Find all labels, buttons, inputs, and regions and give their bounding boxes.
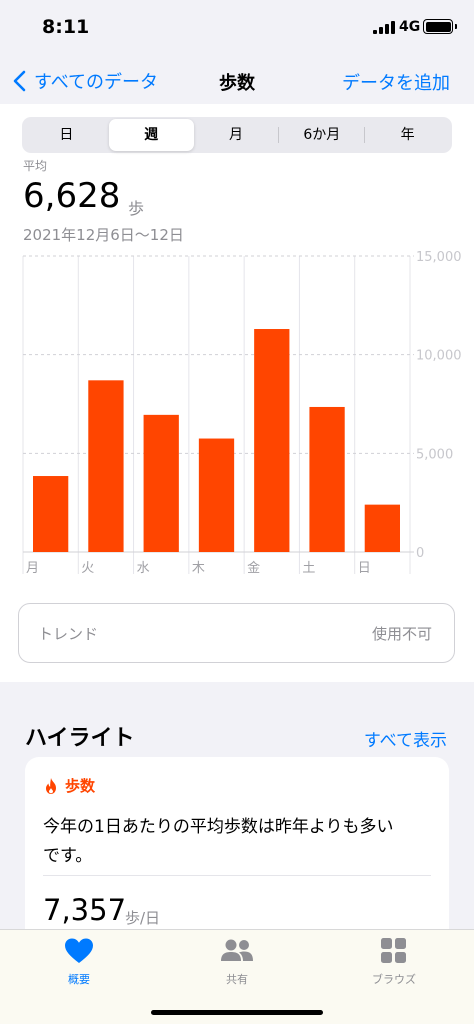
bar-6 xyxy=(364,504,400,552)
x-tick-label: 月 xyxy=(26,561,39,574)
segment-six-months[interactable]: 6か月 xyxy=(279,119,364,151)
network-type: 4G xyxy=(399,19,421,35)
y-tick-label: 10,000 xyxy=(416,349,462,364)
trend-label: トレンド xyxy=(38,625,99,643)
segment-year[interactable]: 年 xyxy=(365,119,450,151)
tab-browse[interactable]: ブラウズ xyxy=(344,937,444,987)
trend-value: 使用不可 xyxy=(371,625,432,643)
y-tick-label: 15,000 xyxy=(416,250,462,265)
bar-3 xyxy=(198,438,235,552)
status-time: 8:11 xyxy=(42,16,90,38)
signal-icon xyxy=(373,21,397,34)
chart-svg: 15,000 10,000 5,000 0 月 火 水 木 金 土 日 xyxy=(22,250,462,574)
status-bar: 8:11 4G xyxy=(0,0,474,56)
tab-browse-label: ブラウズ xyxy=(372,973,416,986)
heart-icon xyxy=(65,938,93,963)
x-tick-label: 火 xyxy=(81,561,94,574)
show-all-link[interactable]: すべて表示 xyxy=(364,726,447,751)
average-value: 6,628 xyxy=(23,176,121,216)
flame-icon xyxy=(46,777,56,794)
steps-summary-card: 日 週 月 6か月 年 平均 6,628 歩 2021年12月6日〜12日 15… xyxy=(0,104,474,682)
bar-2 xyxy=(143,414,179,552)
highlights-title: ハイライト xyxy=(25,726,135,751)
trend-row[interactable]: トレンド 使用不可 xyxy=(18,603,455,663)
divider xyxy=(43,875,431,876)
steps-bar-chart[interactable]: 15,000 10,000 5,000 0 月 火 水 木 金 土 日 xyxy=(0,244,474,574)
average-label: 平均 xyxy=(23,159,48,173)
tab-sharing[interactable]: 共有 xyxy=(187,937,287,987)
highlight-value: 7,357 xyxy=(43,893,127,927)
segment-week[interactable]: 週 xyxy=(108,119,194,151)
segment-month[interactable]: 月 xyxy=(194,119,279,151)
nav-bar: すべてのデータ 歩数 データを追加 xyxy=(0,56,474,104)
people-icon xyxy=(221,939,253,961)
highlight-text: 今年の1日あたりの平均歩数は昨年よりも多いです。 xyxy=(43,817,394,866)
highlight-header: 歩数 xyxy=(43,775,95,796)
home-indicator xyxy=(151,1010,323,1015)
x-tick-label: 土 xyxy=(302,561,315,574)
tab-sharing-label: 共有 xyxy=(226,973,248,986)
grid-icon xyxy=(381,938,406,963)
add-data-button[interactable]: データを追加 xyxy=(342,69,450,95)
segment-day[interactable]: 日 xyxy=(24,119,109,151)
y-tick-label: 5,000 xyxy=(416,447,453,462)
battery-tip xyxy=(455,24,457,29)
bar-5 xyxy=(309,406,345,552)
highlight-card[interactable]: 歩数 今年の1日あたりの平均歩数は昨年よりも多いです。 7,357 歩/日 xyxy=(25,757,449,957)
tab-summary-label: 概要 xyxy=(68,973,90,986)
x-tick-label: 木 xyxy=(192,561,205,574)
highlight-category: 歩数 xyxy=(65,777,96,795)
bar-0 xyxy=(33,476,69,552)
x-tick-label: 金 xyxy=(247,560,260,574)
x-tick-label: 日 xyxy=(358,561,371,574)
x-tick-label: 水 xyxy=(137,561,150,574)
date-range: 2021年12月6日〜12日 xyxy=(23,226,184,244)
battery-icon xyxy=(423,19,453,34)
average-unit: 歩 xyxy=(128,199,145,218)
tab-summary[interactable]: 概要 xyxy=(29,937,129,987)
period-segmented-control: 日 週 月 6か月 年 xyxy=(22,117,452,153)
bar-4 xyxy=(254,329,290,552)
bar-1 xyxy=(88,380,124,552)
highlight-unit: 歩/日 xyxy=(125,909,161,927)
y-tick-label: 0 xyxy=(416,546,424,561)
